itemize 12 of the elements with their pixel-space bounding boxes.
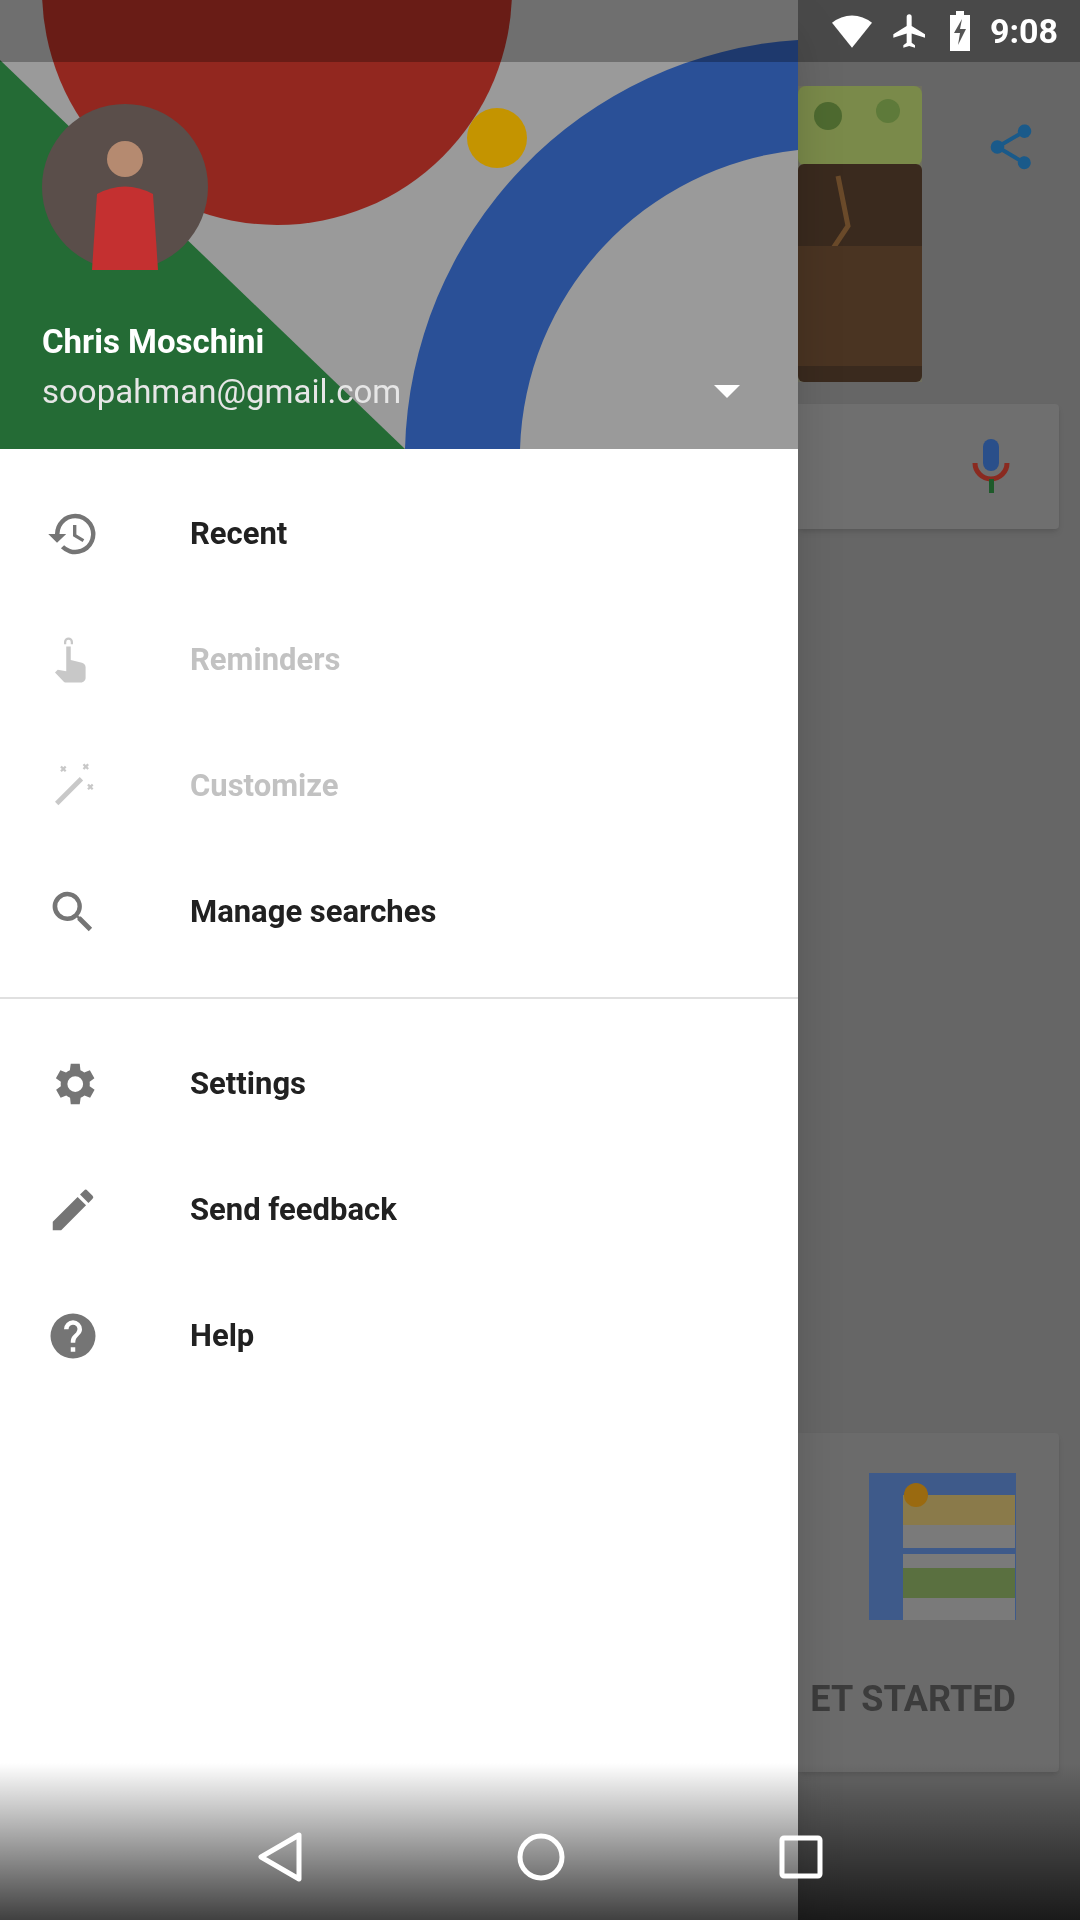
battery-charging-icon (947, 11, 972, 51)
menu-item[interactable]: Settings (0, 1021, 798, 1147)
home-icon[interactable] (516, 1831, 566, 1882)
menu-item[interactable]: Help (0, 1273, 798, 1399)
menu-item[interactable]: Recent (0, 471, 798, 597)
clock: 9:08 (989, 9, 1058, 53)
wifi-icon (831, 14, 872, 48)
back-icon[interactable] (256, 1830, 303, 1883)
menu-item[interactable]: Manage searches (0, 849, 798, 975)
recent-apps-icon[interactable] (779, 1834, 824, 1879)
menu-item[interactable]: Send feedback (0, 1147, 798, 1273)
search-bar[interactable] (798, 404, 1059, 529)
